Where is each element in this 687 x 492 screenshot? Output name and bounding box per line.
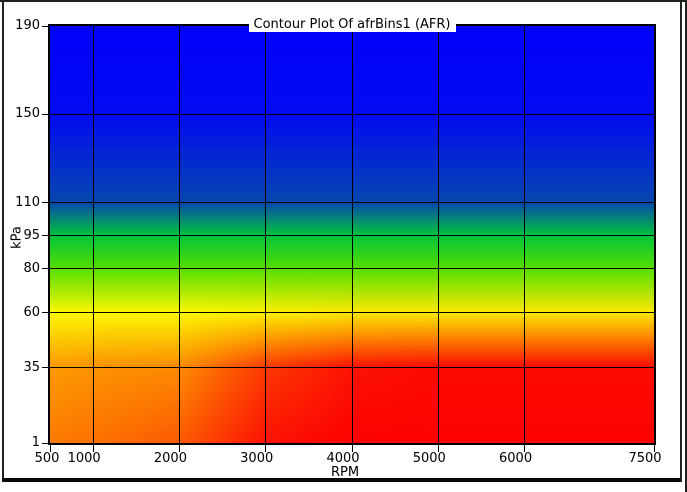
y-tick-label: 190 xyxy=(15,18,40,33)
y-tick-label: 60 xyxy=(23,304,40,320)
y-tick-label: 150 xyxy=(15,106,40,122)
x-tick-label: 1000 xyxy=(67,451,101,466)
x-tick-label: 6000 xyxy=(499,451,533,466)
y-tick-label: 95 xyxy=(23,227,40,243)
y-tick-mark xyxy=(42,235,48,237)
y-tick-mark xyxy=(42,367,48,369)
y-tick-mark xyxy=(42,312,48,314)
gridline-horizontal xyxy=(50,113,654,115)
y-tick-label: 1 xyxy=(31,435,40,450)
x-tick-label: 2000 xyxy=(153,451,187,466)
window-border-top xyxy=(0,0,687,2)
y-tick-mark xyxy=(42,202,48,203)
y-tick-mark xyxy=(42,268,48,270)
y-tick-label: 80 xyxy=(23,260,40,276)
gridline-horizontal xyxy=(50,235,654,237)
gridline-horizontal xyxy=(50,367,654,369)
x-tick-label: 5000 xyxy=(412,451,446,466)
gridline-horizontal xyxy=(50,268,654,270)
y-tick-mark xyxy=(42,25,48,27)
gridline-horizontal xyxy=(50,312,654,314)
contour-plot-window: Contour Plot Of afrBins1 (AFR) kPa RPM 5… xyxy=(0,0,687,492)
plot-frame xyxy=(48,24,656,445)
y-tick-mark xyxy=(42,442,48,444)
y-tick-label: 35 xyxy=(23,359,40,375)
window-border-right-inner xyxy=(680,0,682,482)
y-tick-label: 110 xyxy=(15,194,40,210)
x-tick-label: 3000 xyxy=(240,451,274,466)
x-tick-label: 4000 xyxy=(326,451,360,466)
x-tick-label: 7500 xyxy=(628,451,662,466)
x-axis-title: RPM xyxy=(330,465,360,480)
y-tick-mark xyxy=(42,113,48,115)
gridline-horizontal xyxy=(50,202,654,203)
